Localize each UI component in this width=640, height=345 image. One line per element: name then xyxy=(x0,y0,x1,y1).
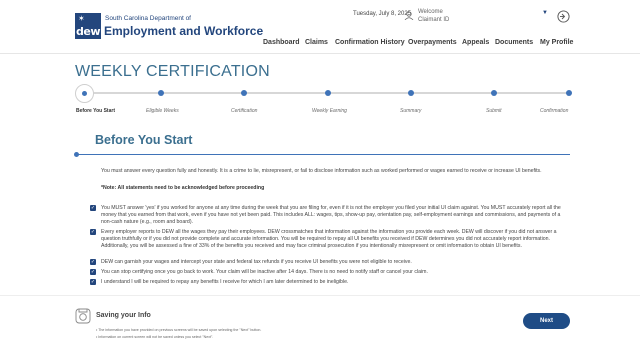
step-marker-submit xyxy=(491,90,497,96)
user-welcome[interactable]: Welcome Claimant ID xyxy=(404,9,450,24)
palmetto-icon: ✶ xyxy=(78,14,85,23)
current-date: Tuesday, July 8, 2025 xyxy=(353,11,412,17)
statement-text: You can stop certifying once you go back… xyxy=(101,269,428,275)
step-label-weekly-earning: Weekly Earning xyxy=(312,108,347,114)
save-info-icon xyxy=(75,308,91,324)
app-header: ✶ dew South Carolina Department of Emplo… xyxy=(0,0,640,50)
statement-text: You MUST answer 'yes' if you worked for … xyxy=(101,205,561,225)
header-divider xyxy=(0,53,640,54)
welcome-label: Welcome xyxy=(418,9,443,15)
nav-overpayments[interactable]: Overpayments xyxy=(408,39,457,46)
statement-text: DEW can garnish your wages and intercept… xyxy=(101,259,412,265)
footer-divider xyxy=(0,295,640,296)
step-marker-weekly-earning xyxy=(325,90,331,96)
step-marker-summary xyxy=(408,90,414,96)
acknowledge-note: *Note: All statements need to be acknowl… xyxy=(101,185,265,191)
org-name-line2: Employment and Workforce xyxy=(104,24,264,38)
org-name-line1: South Carolina Department of xyxy=(105,15,191,22)
step-label-confirmation: Confirmation xyxy=(540,108,569,114)
main-nav: Dashboard Claims Confirmation History Ov… xyxy=(0,39,640,49)
user-icon xyxy=(404,11,414,20)
checkbox-checked[interactable]: ✓ xyxy=(90,259,96,265)
step-marker-eligible-weeks xyxy=(158,90,164,96)
save-info-note-2: • Information on current screen will not… xyxy=(96,335,214,339)
logo-text: dew xyxy=(76,25,101,38)
step-label-eligible-weeks: Eligible Weeks xyxy=(146,108,179,114)
step-label-before-you-start: Before You Start xyxy=(76,108,115,114)
nav-documents[interactable]: Documents xyxy=(495,39,533,46)
checkbox-checked[interactable]: ✓ xyxy=(90,205,96,211)
nav-dashboard[interactable]: Dashboard xyxy=(263,39,300,46)
step-label-submit: Submit xyxy=(486,108,502,114)
statement-text: I understand I will be required to repay… xyxy=(101,279,349,285)
save-info-title: Saving your Info xyxy=(96,312,151,319)
logout-icon[interactable] xyxy=(557,10,570,23)
page-title: WEEKLY CERTIFICATION xyxy=(75,63,270,80)
step-marker-certification xyxy=(241,90,247,96)
step-marker-confirmation xyxy=(566,90,572,96)
nav-claims[interactable]: Claims xyxy=(305,39,328,46)
step-marker-before-you-start xyxy=(75,84,94,103)
checkbox-checked[interactable]: ✓ xyxy=(90,279,96,285)
checkbox-checked[interactable]: ✓ xyxy=(90,269,96,275)
chevron-down-icon[interactable]: ▼ xyxy=(542,10,548,16)
step-label-certification: Certification xyxy=(231,108,258,114)
claimant-id-label: Claimant ID xyxy=(418,16,450,23)
statement-text: Every employer reports to DEW all the wa… xyxy=(101,229,557,249)
checkbox-checked[interactable]: ✓ xyxy=(90,229,96,235)
nav-my-profile[interactable]: My Profile xyxy=(540,39,573,46)
next-button[interactable]: Next xyxy=(523,313,570,329)
section-divider xyxy=(77,154,570,155)
intro-text: You must answer every question fully and… xyxy=(101,168,542,174)
dew-logo[interactable]: ✶ dew xyxy=(75,13,101,39)
nav-appeals[interactable]: Appeals xyxy=(462,39,489,46)
save-info-note-1: • The information you have provided on p… xyxy=(96,328,262,332)
section-title: Before You Start xyxy=(95,133,193,147)
step-label-summary: Summary xyxy=(400,108,422,114)
nav-confirmation-history[interactable]: Confirmation History xyxy=(335,39,405,46)
